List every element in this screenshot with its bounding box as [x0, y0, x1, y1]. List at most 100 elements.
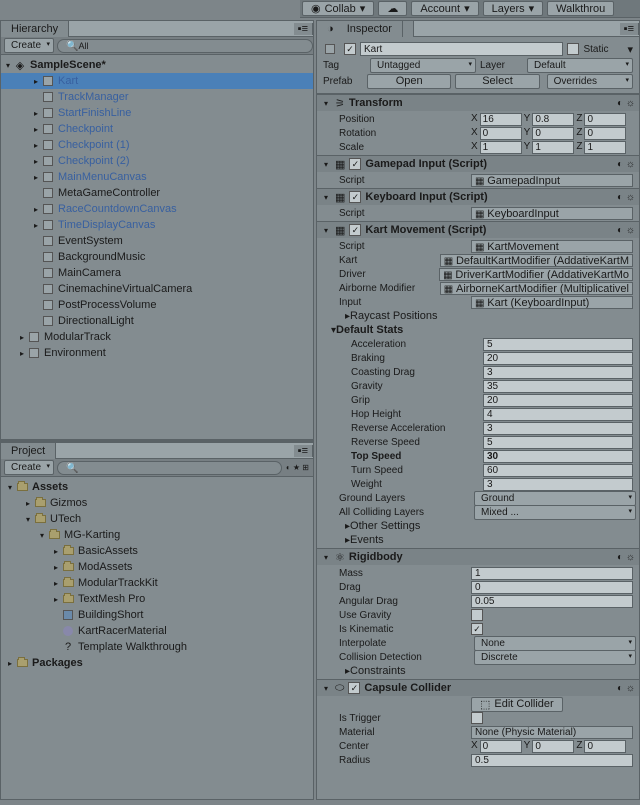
script-field[interactable]: ▦ GamepadInput — [471, 174, 633, 187]
expand-icon[interactable]: ▸ — [17, 333, 27, 342]
expand-icon[interactable]: ▸ — [31, 109, 41, 118]
expand-icon[interactable]: ▾ — [3, 61, 13, 70]
project-item[interactable]: BuildingShort — [1, 607, 313, 623]
hierarchy-item[interactable]: ▸StartFinishLine — [1, 105, 313, 121]
colliding-layers-dropdown[interactable]: Mixed ... — [474, 505, 636, 520]
airborne-field[interactable]: ▦ AirborneKartModifier (Multiplicativel — [440, 282, 633, 295]
hierarchy-item[interactable]: ▸MainMenuCanvas — [1, 169, 313, 185]
hierarchy-item[interactable]: TrackManager — [1, 89, 313, 105]
hierarchy-tab[interactable]: Hierarchy▪≡ — [1, 21, 313, 37]
hierarchy-item[interactable]: ▸Environment — [1, 345, 313, 361]
hierarchy-item[interactable]: ▸Kart — [1, 73, 313, 89]
expand-icon[interactable]: ▸ — [31, 77, 41, 86]
hierarchy-create-button[interactable]: Create — [4, 38, 54, 53]
input-field[interactable]: ▦ Kart (KeyboardInput) — [471, 296, 633, 309]
panel-menu-icon[interactable]: ▪≡ — [294, 23, 313, 35]
project-item[interactable]: ▾MG-Karting — [1, 527, 313, 543]
stat-input[interactable] — [483, 450, 633, 463]
hierarchy-item[interactable]: EventSystem — [1, 233, 313, 249]
script-field[interactable]: ▦ KartMovement — [471, 240, 633, 253]
expand-icon[interactable]: ▸ — [31, 157, 41, 166]
prefab-select-button[interactable]: Select — [455, 74, 539, 89]
help-icon[interactable]: ◐ ☼ — [617, 98, 635, 109]
expand-icon[interactable]: ▸ — [17, 349, 27, 358]
defaultstats-foldout[interactable]: ▾ Default Stats — [317, 323, 639, 337]
project-item[interactable]: ▸ModularTrackKit — [1, 575, 313, 591]
stat-input[interactable] — [483, 408, 633, 421]
project-item[interactable]: KartRacerMaterial — [1, 623, 313, 639]
stat-input[interactable] — [483, 366, 633, 379]
interpolate-dropdown[interactable]: None — [474, 636, 636, 651]
rot-y-input[interactable] — [532, 127, 574, 140]
gear-icon[interactable]: ◐ ☼ — [617, 159, 635, 170]
expand-icon[interactable]: ▸ — [31, 205, 41, 214]
project-item[interactable]: ▸Gizmos — [1, 495, 313, 511]
project-item[interactable]: ▾UTech — [1, 511, 313, 527]
expand-icon[interactable]: ▸ — [31, 173, 41, 182]
inspector-tab[interactable]: ◑ Inspector▪≡ — [317, 21, 639, 37]
panel-menu-icon[interactable]: ▪≡ — [294, 445, 313, 457]
kart-field[interactable]: ▦ DefaultKartModifier (AddativeKartM — [440, 254, 633, 267]
gear-icon[interactable]: ◐ ☼ — [617, 225, 635, 236]
center-y-input[interactable] — [532, 740, 574, 753]
rb-input[interactable] — [471, 567, 633, 580]
rot-z-input[interactable] — [584, 127, 626, 140]
hierarchy-search-input[interactable]: 🔍All — [57, 39, 313, 53]
hierarchy-item[interactable]: ▸ModularTrack — [1, 329, 313, 345]
physic-material-field[interactable]: None (Physic Material) — [471, 726, 633, 739]
stat-input[interactable] — [483, 352, 633, 365]
static-checkbox[interactable] — [567, 43, 579, 55]
is-trigger-checkbox[interactable] — [471, 712, 483, 724]
gameobject-name-input[interactable] — [360, 42, 563, 56]
use-gravity-checkbox[interactable] — [471, 609, 483, 621]
stat-input[interactable] — [483, 478, 633, 491]
pos-x-input[interactable] — [480, 113, 522, 126]
stat-input[interactable] — [483, 422, 633, 435]
gear-icon[interactable]: ◐ ☼ — [617, 552, 635, 563]
collision-dropdown[interactable]: Discrete — [474, 650, 636, 665]
prefab-overrides-dropdown[interactable]: Overrides — [547, 74, 633, 89]
scene-root[interactable]: ▾ ◈ SampleScene* — [1, 57, 313, 73]
gear-icon[interactable]: ◐ ☼ — [617, 192, 635, 203]
assets-folder[interactable]: ▾ Assets — [1, 479, 313, 495]
hierarchy-item[interactable]: ▸TimeDisplayCanvas — [1, 217, 313, 233]
stat-input[interactable] — [483, 380, 633, 393]
project-item[interactable]: ▸ModAssets — [1, 559, 313, 575]
collab-button[interactable]: ◉ Collab ▾ — [302, 1, 374, 16]
project-tab[interactable]: Project▪≡ — [1, 443, 313, 459]
raycast-foldout[interactable]: ▸ Raycast Positions — [317, 309, 639, 323]
hierarchy-item[interactable]: CinemachineVirtualCamera — [1, 281, 313, 297]
account-button[interactable]: Account ▾ — [411, 1, 478, 16]
edit-collider-button[interactable]: ⬚ Edit Collider — [471, 697, 563, 712]
prefab-open-button[interactable]: Open — [367, 74, 451, 89]
component-enabled-checkbox[interactable]: ✓ — [349, 158, 361, 170]
expand-icon[interactable]: ▸ — [31, 141, 41, 150]
expand-icon[interactable]: ▸ — [31, 221, 41, 230]
driver-field[interactable]: ▦ DriverKartModifier (AddativeKartMo — [439, 268, 633, 281]
hierarchy-item[interactable]: PostProcessVolume — [1, 297, 313, 313]
hierarchy-item[interactable]: ▸Checkpoint (1) — [1, 137, 313, 153]
hierarchy-item[interactable]: BackgroundMusic — [1, 249, 313, 265]
stat-input[interactable] — [483, 338, 633, 351]
hierarchy-item[interactable]: DirectionalLight — [1, 313, 313, 329]
stat-input[interactable] — [483, 436, 633, 449]
hierarchy-item[interactable]: ▸Checkpoint (2) — [1, 153, 313, 169]
active-checkbox[interactable]: ✓ — [344, 43, 356, 55]
scale-y-input[interactable] — [532, 141, 574, 154]
component-enabled-checkbox[interactable]: ✓ — [348, 682, 360, 694]
gear-icon[interactable]: ◐ ☼ — [617, 683, 635, 694]
radius-input[interactable] — [471, 754, 633, 767]
hierarchy-item[interactable]: MetaGameController — [1, 185, 313, 201]
hierarchy-item[interactable]: MainCamera — [1, 265, 313, 281]
events-foldout[interactable]: ▸ Events — [317, 533, 639, 547]
constraints-foldout[interactable]: ▸ Constraints — [317, 664, 639, 678]
cloud-button[interactable]: ☁ — [378, 1, 407, 16]
layer-dropdown[interactable]: Default — [527, 58, 633, 73]
rb-input[interactable] — [471, 581, 633, 594]
project-item[interactable]: ▸TextMesh Pro — [1, 591, 313, 607]
component-enabled-checkbox[interactable]: ✓ — [349, 224, 361, 236]
center-z-input[interactable] — [584, 740, 626, 753]
script-field[interactable]: ▦ KeyboardInput — [471, 207, 633, 220]
rb-input[interactable] — [471, 595, 633, 608]
walkthrough-button[interactable]: Walkthrou — [547, 1, 614, 16]
